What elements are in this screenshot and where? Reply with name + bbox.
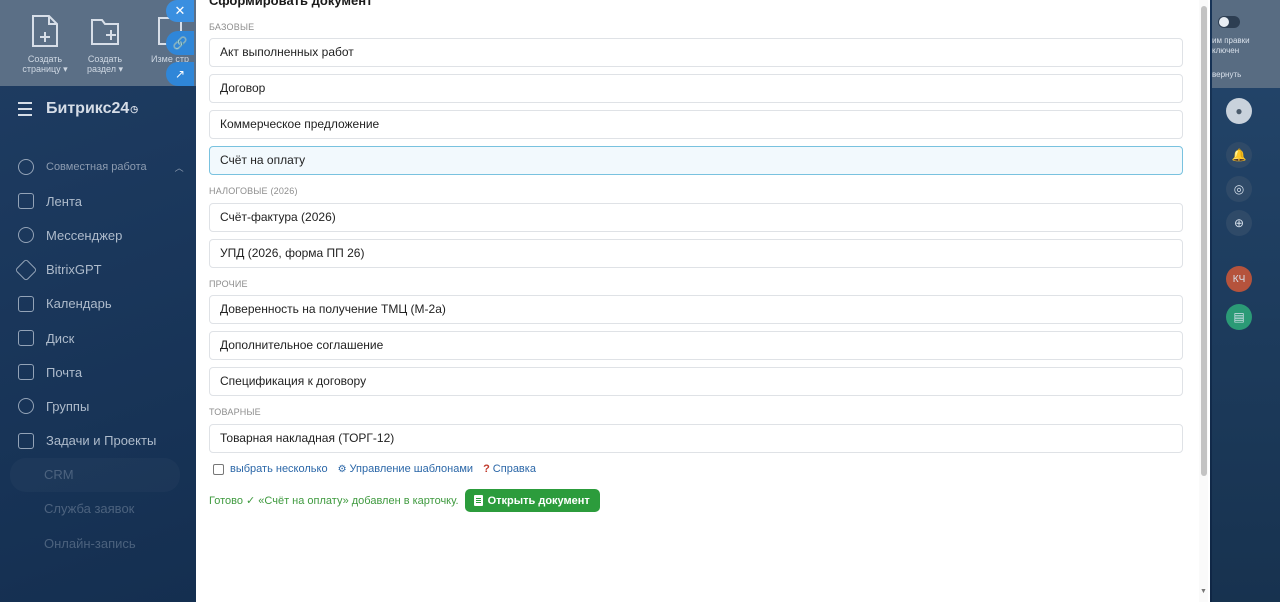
sidebar-item-label: Лента: [46, 193, 82, 209]
user-avatar-icon[interactable]: ●: [1226, 98, 1252, 124]
group-label-tax: НАЛОГОВЫЕ (2026): [209, 186, 298, 196]
notes-icon[interactable]: ▤: [1226, 304, 1252, 330]
sidebar-item-label: Мессенджер: [46, 227, 123, 243]
sidebar-header: Битрикс24 ◷: [18, 100, 138, 118]
chevron-up-icon: ︿: [174, 162, 184, 173]
search-chat-icon[interactable]: ⊕: [1226, 210, 1252, 236]
create-page-label: Создать страницу ▾: [22, 54, 68, 74]
sidebar-item-label: Задачи и Проекты: [46, 433, 157, 449]
calendar-icon: [18, 295, 34, 312]
group-label-basic: БАЗОВЫЕ: [209, 22, 255, 32]
bell-icon[interactable]: 🔔: [1226, 142, 1252, 168]
sidebar-item-helpdesk[interactable]: Служба заявок: [0, 492, 190, 526]
sidebar-item-label: Календарь: [46, 296, 112, 312]
menu-burger-icon[interactable]: [18, 102, 32, 116]
copy-link-button[interactable]: 🔗: [166, 31, 194, 55]
template-item-specification[interactable]: Спецификация к договору: [209, 367, 1183, 396]
tasks-icon: [18, 432, 34, 449]
new-folder-icon: [91, 19, 119, 45]
template-item-tax-invoice[interactable]: Счёт-фактура (2026): [209, 203, 1183, 232]
file-icon: [18, 330, 34, 347]
select-multiple-checkbox[interactable]: [213, 463, 224, 475]
open-document-button[interactable]: Открыть документ: [464, 489, 600, 512]
sidebar-item-crm[interactable]: CRM: [10, 458, 180, 492]
template-item-contract[interactable]: Договор: [209, 74, 1183, 103]
sidebar-item-collaboration[interactable]: Совместная работа ︿: [0, 150, 190, 184]
template-item-upd[interactable]: УПД (2026, форма ПП 26): [209, 239, 1183, 268]
template-item-act[interactable]: Акт выполненных работ: [209, 38, 1183, 67]
sidebar-item-bitrixgpt[interactable]: BitrixGPT: [0, 253, 190, 287]
create-section-button[interactable]: Создать раздел ▾: [80, 14, 130, 74]
chat-icon: [18, 227, 34, 244]
clock-icon: ◷: [130, 103, 139, 114]
template-item-invoice[interactable]: Счёт на оплату: [209, 146, 1183, 175]
status-message: Готово ✓ «Счёт на оплату» добавлен в кар…: [209, 495, 459, 507]
right-rail: им правки ключен вернуть ● 🔔 ◎ ⊕ КЧ ▤: [1212, 0, 1280, 602]
document-generator-panel: Сформировать документ БАЗОВЫЕ Акт выполн…: [196, 0, 1210, 602]
sidebar-item-label: Совместная работа: [46, 161, 147, 174]
close-icon: ✕: [174, 3, 186, 18]
options-row: выбрать несколько ⚙ Управление шаблонами…: [209, 463, 546, 475]
edit-mode-text: им правки ключен: [1212, 36, 1250, 55]
sidebar-item-mail[interactable]: Почта: [0, 355, 190, 389]
new-page-icon: [32, 15, 58, 47]
sidebar-item-label: BitrixGPT: [46, 262, 102, 278]
sidebar-item-calendar[interactable]: Календарь: [0, 287, 190, 321]
ai-icon: [14, 258, 38, 281]
link-icon: 🔗: [172, 36, 188, 50]
template-item-torg12[interactable]: Товарная накладная (ТОРГ-12): [209, 424, 1183, 453]
manage-templates-link[interactable]: Управление шаблонами: [350, 463, 474, 475]
avatar[interactable]: КЧ: [1226, 266, 1252, 292]
open-in-new-window-button[interactable]: ↗: [166, 62, 194, 86]
status-line: Готово ✓ «Счёт на оплату» добавлен в кар…: [209, 489, 600, 512]
group-label-goods: ТОВАРНЫЕ: [209, 407, 261, 417]
sidebar-item-label: Онлайн-запись: [44, 535, 136, 551]
feed-icon: [18, 193, 34, 210]
help-link[interactable]: Справка: [493, 463, 536, 475]
page-title: Сформировать документ: [209, 0, 373, 8]
external-link-icon: ↗: [174, 67, 186, 81]
rail-top-block: им правки ключен вернуть: [1212, 0, 1280, 88]
create-page-button[interactable]: Создать страницу ▾: [20, 14, 70, 74]
template-item-power-of-attorney[interactable]: Доверенность на получение ТМЦ (М-2а): [209, 295, 1183, 324]
sidebar-item-label: Диск: [46, 330, 75, 346]
collapse-text[interactable]: вернуть: [1212, 70, 1241, 79]
select-multiple-link[interactable]: выбрать несколько: [230, 463, 328, 475]
sidebar-item-disk[interactable]: Диск: [0, 321, 190, 355]
collab-icon: [18, 159, 34, 176]
template-item-proposal[interactable]: Коммерческое предложение: [209, 110, 1183, 139]
sidebar-item-label: CRM: [44, 467, 74, 483]
target-icon[interactable]: ◎: [1226, 176, 1252, 202]
scroll-down-icon[interactable]: ▼: [1200, 588, 1207, 595]
help-icon: ?: [483, 463, 490, 475]
sidebar-item-label: Группы: [46, 398, 90, 414]
app-title: Битрикс24: [46, 100, 130, 117]
create-section-label: Создать раздел ▾: [86, 54, 124, 74]
edit-mode-toggle[interactable]: [1218, 16, 1240, 28]
template-item-addendum[interactable]: Дополнительное соглашение: [209, 331, 1183, 360]
scrollbar-thumb[interactable]: [1201, 6, 1207, 476]
sidebar-item-booking[interactable]: Онлайн-запись: [0, 526, 190, 560]
group-label-other: ПРОЧИЕ: [209, 279, 248, 289]
sidebar-menu: Совместная работа ︿ Лента Мессенджер Bit…: [0, 150, 190, 560]
sidebar-item-label: Служба заявок: [44, 501, 135, 517]
gear-icon: ⚙: [337, 463, 347, 475]
groups-icon: [18, 398, 34, 415]
mail-icon: [18, 364, 34, 381]
document-icon: [473, 495, 483, 506]
sidebar-item-tasks[interactable]: Задачи и Проекты: [0, 424, 190, 458]
sidebar-item-groups[interactable]: Группы: [0, 389, 190, 423]
open-document-label: Открыть документ: [487, 494, 590, 507]
sidebar-item-feed[interactable]: Лента: [0, 184, 190, 218]
close-slider-button[interactable]: ✕: [166, 0, 194, 22]
sidebar-item-label: Почта: [46, 364, 83, 380]
sidebar-item-messenger[interactable]: Мессенджер: [0, 218, 190, 252]
panel-scrollbar[interactable]: ▼: [1199, 0, 1208, 602]
